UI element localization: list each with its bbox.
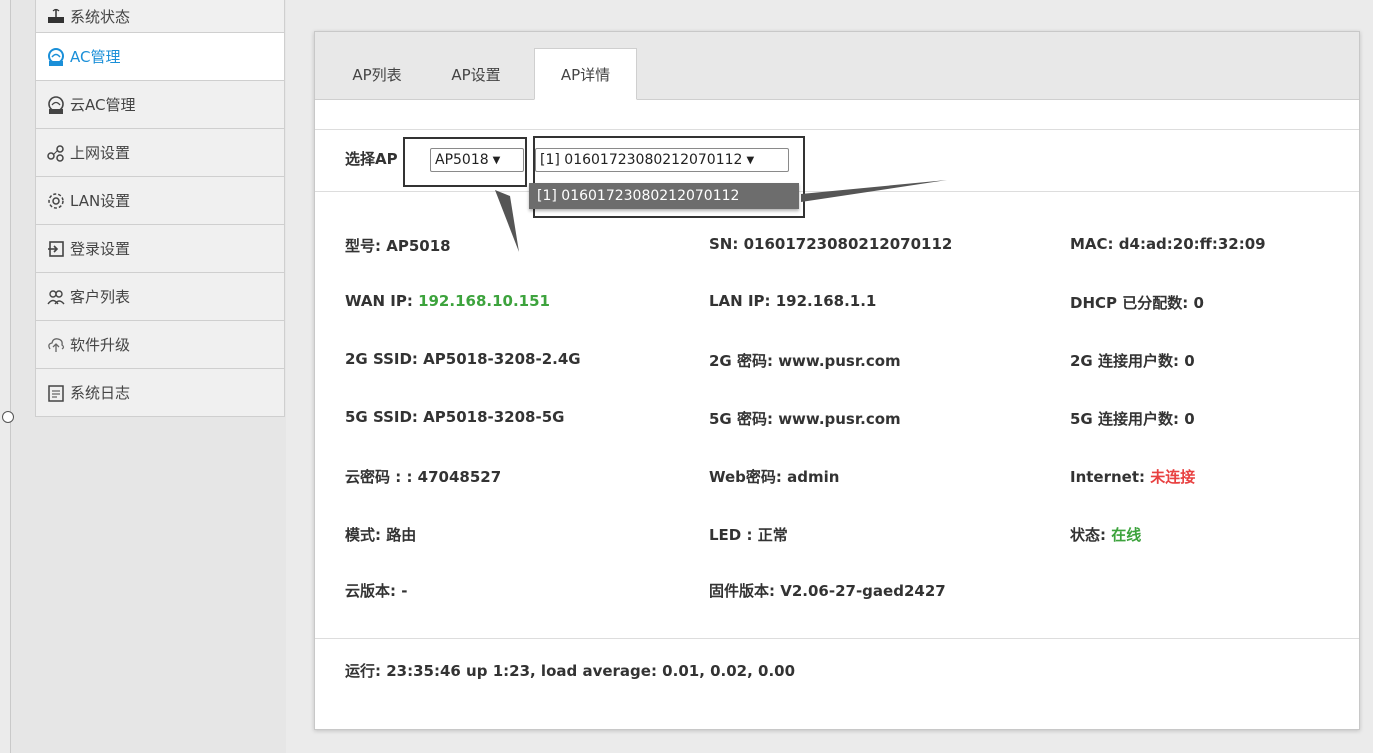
sidebar-item-cloud-ac[interactable]: 云AC管理 [35, 81, 285, 129]
login-icon [46, 239, 66, 259]
upload-icon [46, 335, 66, 355]
sidebar-item-ac-management[interactable]: AC管理 [35, 33, 285, 81]
field-cloud-password: 云密码 : : 47048527 [345, 468, 502, 486]
field-5g-users: 5G 连接用户数: 0 [1070, 410, 1195, 428]
annotation-arrow [495, 190, 519, 252]
field-5g-ssid: 5G SSID: AP5018-3208-5G [345, 408, 565, 426]
sidebar: 系统状态 AC管理 云AC管理 上网设置 LAN设置 登录设置 客户列表 软件升… [35, 0, 285, 417]
field-firmware-version: 固件版本: V2.06-27-gaed2427 [709, 582, 946, 600]
divider [315, 638, 1359, 639]
sidebar-item-label: 系统日志 [70, 384, 131, 402]
wan-ip-value: 192.168.10.151 [418, 292, 550, 310]
sidebar-item-login-settings[interactable]: 登录设置 [35, 225, 285, 273]
sidebar-item-internet-settings[interactable]: 上网设置 [35, 129, 285, 177]
field-mac: MAC: d4:ad:20:ff:32:09 [1070, 235, 1266, 253]
ac-ap-icon [46, 47, 66, 67]
router-icon [46, 6, 66, 26]
log-icon [46, 383, 66, 403]
annotation-arrow [801, 180, 947, 202]
field-internet: Internet: 未连接 [1070, 468, 1196, 486]
sidebar-item-label: 云AC管理 [70, 96, 136, 114]
sidebar-item-label: 客户列表 [70, 288, 131, 306]
field-led: LED : 正常 [709, 526, 788, 544]
collapse-handle[interactable] [2, 411, 14, 423]
field-2g-users: 2G 连接用户数: 0 [1070, 352, 1195, 370]
sidebar-item-label: 系统状态 [70, 7, 131, 26]
field-lan-ip: LAN IP: 192.168.1.1 [709, 292, 877, 310]
field-model: 型号: AP5018 [345, 237, 451, 255]
annotation-arrows [495, 180, 947, 252]
sidebar-item-label: 软件升级 [70, 336, 131, 354]
sidebar-item-label: AC管理 [70, 48, 121, 66]
runtime-text: 运行: 23:35:46 up 1:23, load average: 0.01… [345, 662, 796, 680]
field-cloud-version: 云版本: - [345, 582, 408, 600]
field-2g-password: 2G 密码: www.pusr.com [709, 352, 901, 370]
internet-status-value: 未连接 [1150, 468, 1196, 486]
sidebar-item-label: LAN设置 [70, 192, 131, 210]
field-2g-ssid: 2G SSID: AP5018-3208-2.4G [345, 350, 581, 368]
field-wan-ip: WAN IP: 192.168.10.151 [345, 292, 550, 310]
field-5g-password: 5G 密码: www.pusr.com [709, 410, 901, 428]
sidebar-item-software-upgrade[interactable]: 软件升级 [35, 321, 285, 369]
online-status-value: 在线 [1111, 526, 1142, 544]
sidebar-item-label: 上网设置 [70, 144, 131, 162]
users-icon [46, 287, 66, 307]
sidebar-item-client-list[interactable]: 客户列表 [35, 273, 285, 321]
sidebar-item-lan-settings[interactable]: LAN设置 [35, 177, 285, 225]
sidebar-item-label: 登录设置 [70, 240, 131, 258]
ac-ap-icon [46, 95, 66, 115]
ap-detail-panel: AP列表 AP设置 AP详情 选择AP AP5018 ▼ [1] 0160172… [314, 31, 1360, 730]
network-icon [46, 143, 66, 163]
sidebar-item-system-status[interactable]: 系统状态 [35, 0, 285, 33]
gear-icon [46, 191, 66, 211]
field-sn: SN: 01601723080212070112 [709, 235, 953, 253]
sidebar-item-system-log[interactable]: 系统日志 [35, 369, 285, 417]
field-web-password: Web密码: admin [709, 468, 840, 486]
field-mode: 模式: 路由 [345, 526, 417, 544]
field-dhcp-count: DHCP 已分配数: 0 [1070, 294, 1204, 312]
field-status: 状态: 在线 [1070, 526, 1142, 544]
